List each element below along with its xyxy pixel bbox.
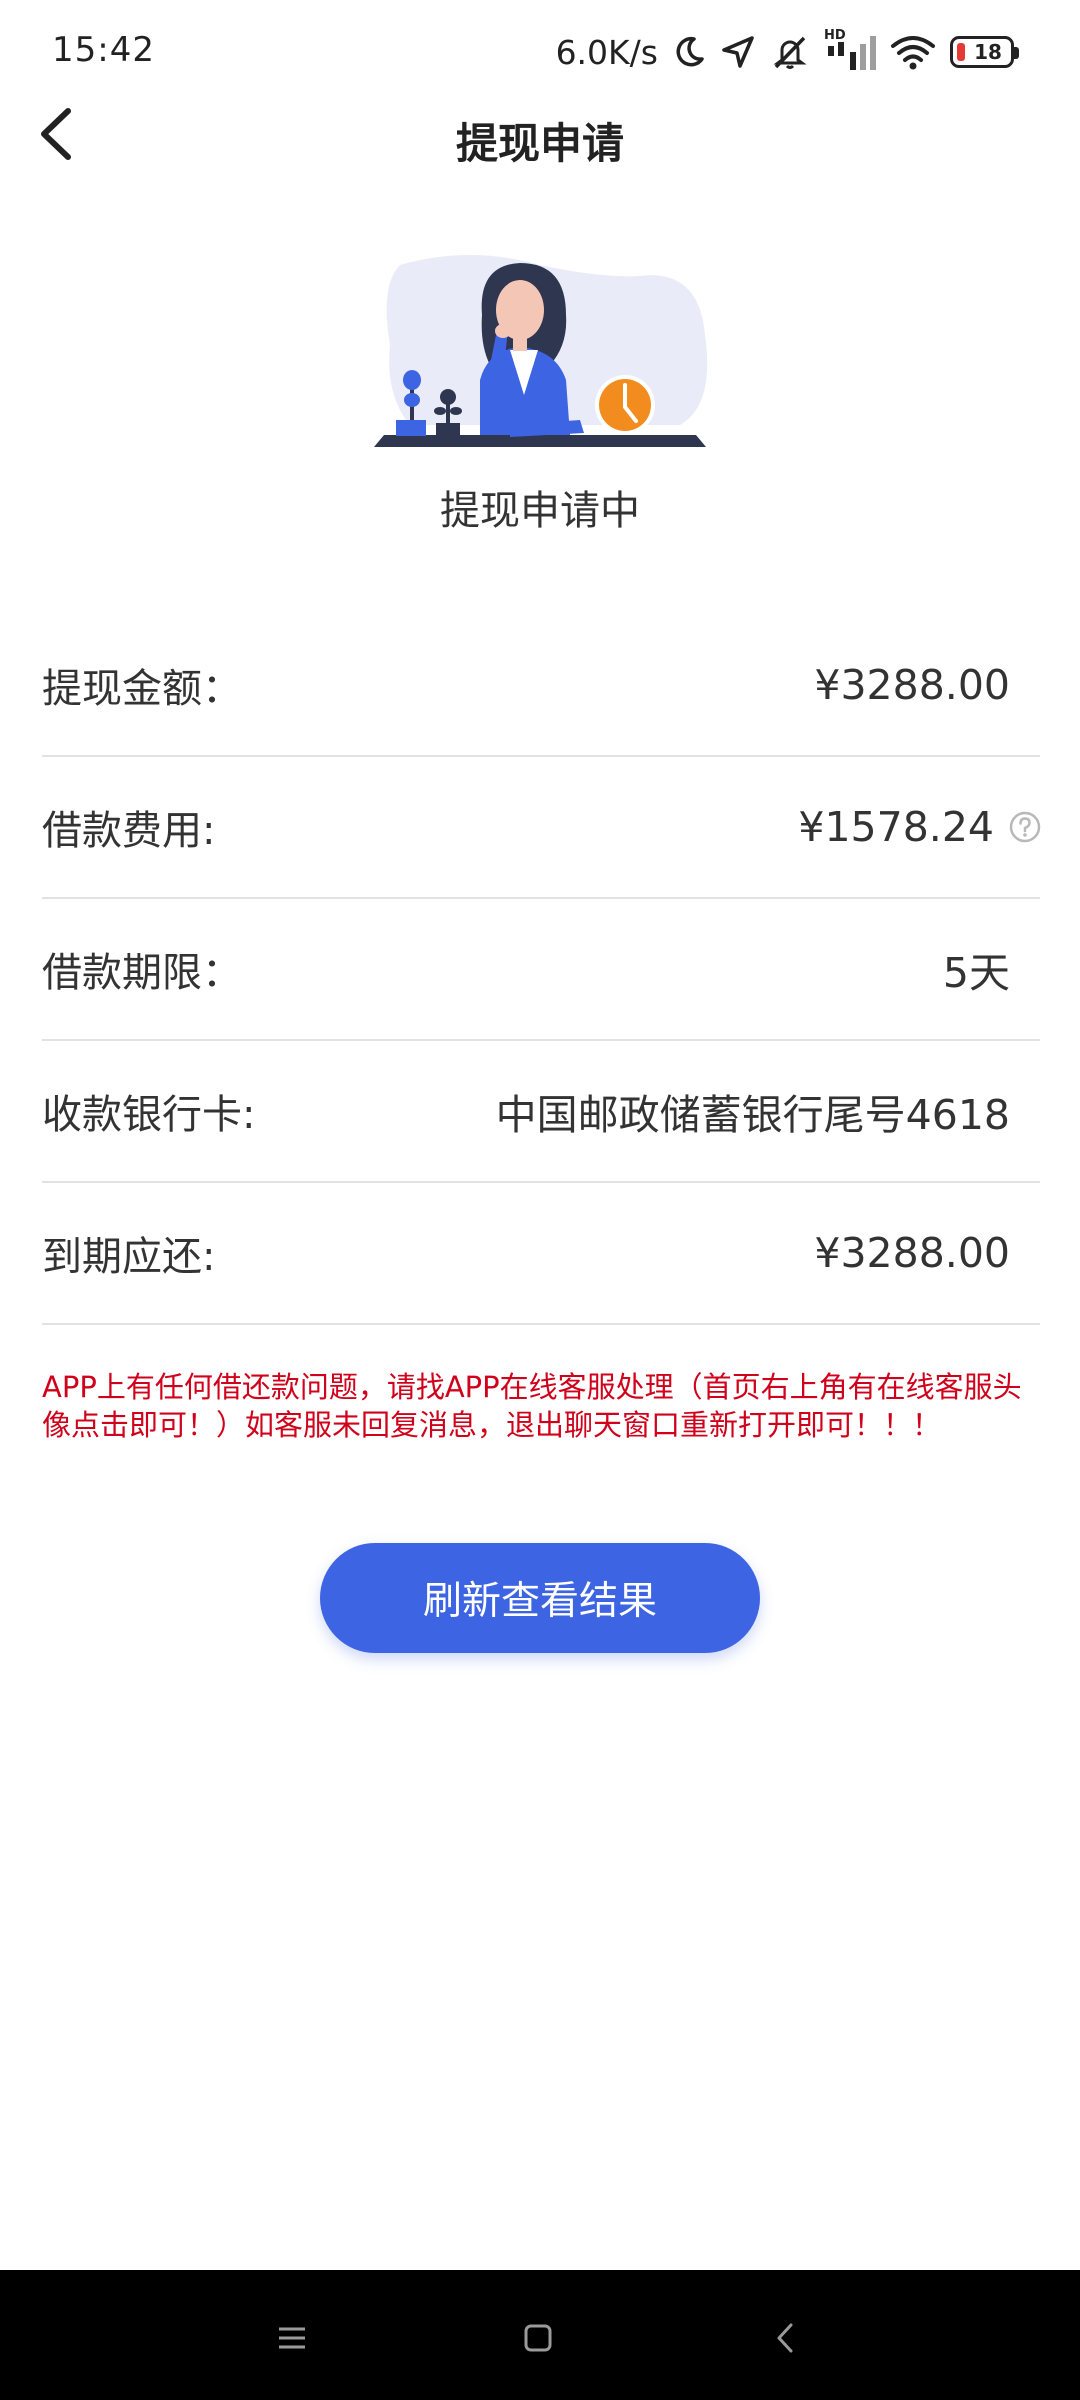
home-square-icon (521, 2321, 555, 2359)
row-loan-term: 借款期限： 5天 (42, 899, 1040, 1041)
page-title: 提现申请 (455, 119, 624, 168)
battery-icon: 18 (950, 36, 1019, 68)
wifi-icon (890, 34, 936, 70)
nav-home-button[interactable] (508, 2310, 568, 2370)
system-nav-bar (0, 2270, 1080, 2400)
row-value: 5天 (942, 949, 1010, 997)
row-withdraw-amount: 提现金额： ¥3288.00 (42, 615, 1040, 757)
customer-service-notice: APP上有任何借还款问题，请找APP在线客服处理（首页右上角有在线客服头像点击即… (42, 1370, 1022, 1442)
app-header: 提现申请 (0, 80, 1080, 190)
moon-icon (672, 35, 706, 69)
row-due-amount: 到期应还: ¥3288.00 (42, 1183, 1040, 1325)
signal-icon: HD (824, 28, 876, 72)
pending-illustration (370, 255, 710, 455)
refresh-result-button[interactable]: 刷新查看结果 (320, 1543, 760, 1653)
row-loan-fee: 借款费用: ¥1578.24 (42, 757, 1042, 899)
row-label: 借款期限： (42, 950, 242, 996)
nav-menu-button[interactable] (262, 2310, 322, 2370)
help-icon[interactable] (1008, 810, 1042, 844)
row-value: ¥3288.00 (814, 661, 1010, 709)
application-status: 提现申请中 (440, 488, 640, 534)
nav-back-icon (771, 2321, 801, 2359)
mute-icon (770, 33, 810, 71)
row-label: 借款费用: (42, 808, 216, 854)
row-label: 收款银行卡: (42, 1092, 256, 1138)
location-icon (720, 34, 756, 70)
withdrawal-details: 提现金额： ¥3288.00 借款费用: ¥1578.24 借款期限： 5天 收… (42, 615, 1042, 1325)
status-time: 15:42 (52, 30, 155, 70)
row-value: 中国邮政储蓄银行尾号4618 (495, 1091, 1010, 1139)
row-label: 到期应还: (42, 1234, 216, 1280)
row-bank-card: 收款银行卡: 中国邮政储蓄银行尾号4618 (42, 1041, 1040, 1183)
row-label: 提现金额： (42, 666, 242, 712)
row-value: ¥3288.00 (814, 1229, 1010, 1277)
menu-icon (275, 2323, 309, 2357)
network-speed: 6.0K/s (555, 32, 658, 72)
nav-back-button[interactable] (756, 2310, 816, 2370)
battery-level: 18 (974, 40, 1002, 64)
row-value: ¥1578.24 (798, 803, 1042, 851)
status-icons: 6.0K/s HD 18 (555, 28, 1019, 76)
